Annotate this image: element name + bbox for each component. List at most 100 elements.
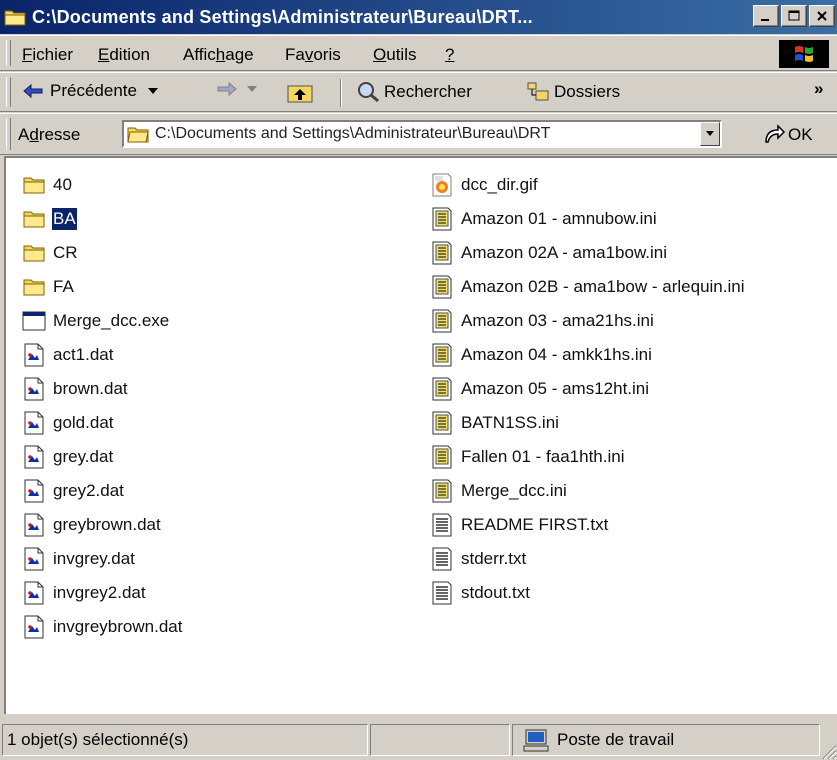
up-folder-button[interactable] [287, 81, 313, 103]
file-name: Amazon 04 - amkk1hs.ini [461, 345, 652, 364]
file-name: invgreybrown.dat [53, 617, 183, 636]
dat-file-icon [24, 411, 44, 435]
status-empty-pane [370, 724, 510, 756]
explorer-window: C:\Documents and Settings\Administrateur… [0, 0, 837, 760]
address-input[interactable]: C:\Documents and Settings\Administrateur… [122, 120, 722, 148]
dat-file-icon [24, 343, 44, 367]
file-item[interactable]: act1.dat [22, 338, 183, 372]
file-name: stdout.txt [461, 583, 530, 602]
window-title: C:\Documents and Settings\Administrateur… [32, 6, 533, 27]
address-bar: Adresse C:\Documents and Settings\Admini… [0, 113, 837, 155]
file-item[interactable]: stdout.txt [430, 576, 745, 610]
file-item[interactable]: CR [22, 236, 183, 270]
menu-outils[interactable]: Outils [373, 45, 416, 65]
file-item[interactable]: invgrey.dat [22, 542, 183, 576]
folder-icon [127, 127, 149, 143]
file-name: invgrey2.dat [53, 583, 146, 602]
search-label: Rechercher [384, 82, 472, 101]
search-icon [358, 82, 379, 103]
status-selection-text: 1 objet(s) sélectionné(s) [7, 730, 189, 749]
toolbar-grip[interactable] [6, 118, 11, 150]
file-item[interactable]: dcc_dir.gif [430, 168, 745, 202]
folder-icon [23, 177, 45, 194]
maximize-icon [788, 10, 800, 21]
file-name: Amazon 01 - amnubow.ini [461, 209, 657, 228]
file-name: grey.dat [53, 447, 114, 466]
file-item[interactable]: Amazon 02A - ama1bow.ini [430, 236, 745, 270]
file-name: brown.dat [53, 379, 128, 398]
txt-file-icon [432, 547, 452, 571]
file-item[interactable]: README FIRST.txt [430, 508, 745, 542]
menu-fichier[interactable]: Fichier [22, 45, 73, 65]
file-item[interactable]: invgreybrown.dat [22, 610, 183, 644]
file-item[interactable]: 40 [22, 168, 183, 202]
file-item[interactable]: grey2.dat [22, 474, 183, 508]
title-bar[interactable]: C:\Documents and Settings\Administrateur… [0, 0, 837, 34]
file-item[interactable]: BA [22, 202, 183, 236]
dat-file-icon [24, 445, 44, 469]
file-item[interactable]: Merge_dcc.ini [430, 474, 745, 508]
file-item[interactable]: invgrey2.dat [22, 576, 183, 610]
file-item[interactable]: Merge_dcc.exe [22, 304, 183, 338]
file-name: 40 [53, 175, 72, 194]
address-label: Adresse [18, 125, 81, 144]
menu-edition[interactable]: Edition [98, 45, 150, 65]
forward-button[interactable] [216, 81, 258, 97]
file-item[interactable]: Fallen 01 - faa1hth.ini [430, 440, 745, 474]
ini-file-icon [432, 411, 452, 435]
file-item[interactable]: Amazon 02B - ama1bow - arlequin.ini [430, 270, 745, 304]
status-selection-pane: 1 objet(s) sélectionné(s) [2, 724, 368, 756]
file-name: greybrown.dat [53, 515, 161, 534]
folders-button[interactable]: Dossiers [526, 81, 620, 103]
go-label: OK [788, 125, 813, 144]
menu-help[interactable]: ? [445, 45, 454, 65]
file-item[interactable]: Amazon 05 - ams12ht.ini [430, 372, 745, 406]
address-dropdown-button[interactable] [700, 122, 720, 146]
folder-icon [23, 245, 45, 262]
file-name: FA [53, 277, 74, 296]
file-column-1: 40 BA CR FA Merge_dcc.exe act1.dat brown.dat go… [22, 168, 183, 644]
resize-grip-icon[interactable] [819, 742, 837, 760]
back-button[interactable]: Précédente [22, 81, 159, 101]
file-item[interactable]: Amazon 03 - ama21hs.ini [430, 304, 745, 338]
file-name: Merge_dcc.exe [53, 311, 170, 330]
file-item[interactable]: gold.dat [22, 406, 183, 440]
maximize-button[interactable] [781, 5, 807, 27]
up-folder-icon [287, 85, 313, 103]
file-name: BA [52, 208, 77, 230]
go-arrow-icon [765, 124, 786, 143]
dat-file-icon [24, 547, 44, 571]
file-item[interactable]: brown.dat [22, 372, 183, 406]
file-list-view[interactable]: 40 BA CR FA Merge_dcc.exe act1.dat brown.dat go… [4, 156, 837, 714]
toolbar-grip[interactable] [6, 77, 11, 107]
menu-bar: Fichier Edition Affichage Favoris Outils… [0, 35, 837, 71]
gif-file-icon [432, 173, 452, 197]
toolbar-overflow-chevron[interactable]: » [814, 79, 823, 99]
ini-file-icon [432, 445, 452, 469]
file-item[interactable]: Amazon 01 - amnubow.ini [430, 202, 745, 236]
dat-file-icon [24, 581, 44, 605]
chevron-down-icon[interactable] [147, 86, 159, 96]
file-item[interactable]: Amazon 04 - amkk1hs.ini [430, 338, 745, 372]
chevron-down-icon[interactable] [246, 84, 258, 94]
menu-favoris[interactable]: Favoris [285, 45, 341, 65]
menu-affichage[interactable]: Affichage [183, 45, 254, 65]
ini-file-icon [432, 377, 452, 401]
file-name: gold.dat [53, 413, 114, 432]
file-item[interactable]: FA [22, 270, 183, 304]
minimize-button[interactable] [753, 5, 779, 27]
dat-file-icon [24, 377, 44, 401]
file-item[interactable]: BATN1SS.ini [430, 406, 745, 440]
file-item[interactable]: grey.dat [22, 440, 183, 474]
exe-icon [22, 311, 46, 331]
file-name: stderr.txt [461, 549, 527, 568]
file-item[interactable]: stderr.txt [430, 542, 745, 576]
file-name: CR [53, 243, 78, 262]
file-item[interactable]: greybrown.dat [22, 508, 183, 542]
back-arrow-icon [23, 83, 43, 99]
file-name: Amazon 03 - ama21hs.ini [461, 311, 654, 330]
search-button[interactable]: Rechercher [356, 81, 472, 103]
close-button[interactable] [809, 5, 835, 27]
go-button[interactable]: OK [762, 124, 813, 146]
toolbar-grip[interactable] [6, 40, 11, 66]
